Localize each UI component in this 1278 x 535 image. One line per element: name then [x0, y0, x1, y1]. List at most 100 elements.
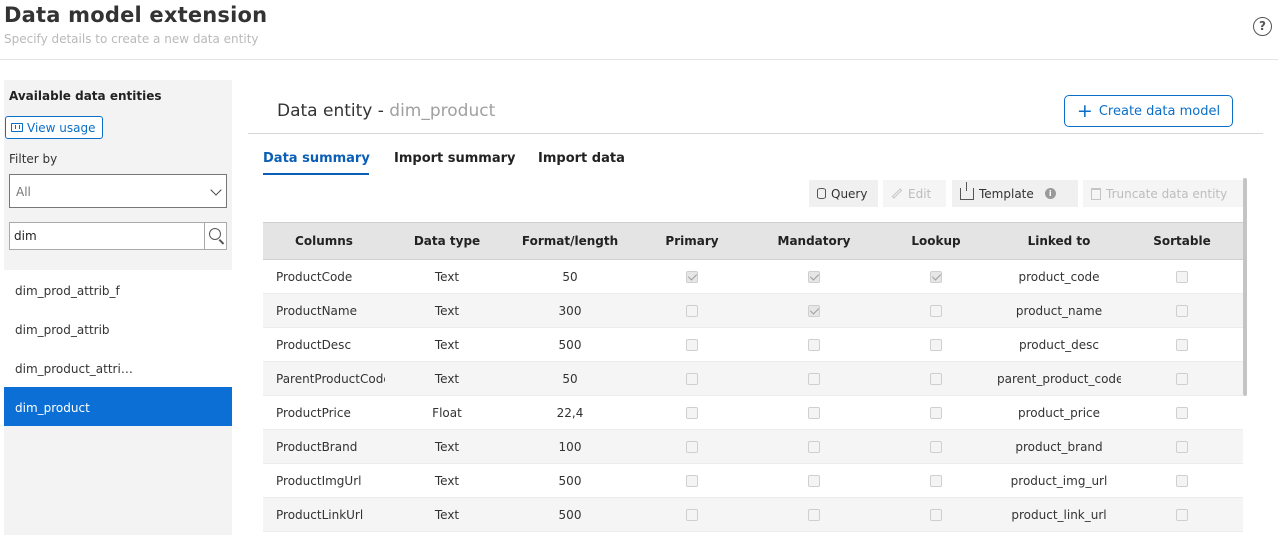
column-header[interactable]: Lookup	[875, 222, 997, 260]
column-header[interactable]: Columns	[263, 222, 385, 260]
table-row[interactable]: ProductCode Text 50 product_code	[263, 259, 1243, 294]
column-header[interactable]: Primary	[631, 222, 753, 260]
column-header[interactable]: Data type	[385, 222, 509, 260]
query-label: Query	[831, 186, 868, 201]
mandatory-checkbox[interactable]	[808, 407, 820, 419]
template-button[interactable]: Template i	[952, 180, 1078, 207]
filter-select[interactable]: All	[9, 174, 227, 208]
mandatory-checkbox[interactable]	[808, 271, 820, 283]
primary-checkbox[interactable]	[686, 475, 698, 487]
lookup-checkbox[interactable]	[930, 339, 942, 351]
entity-item[interactable]: dim_product_attri…	[4, 348, 232, 387]
sortable-checkbox[interactable]	[1176, 305, 1188, 317]
search-input[interactable]	[10, 223, 204, 249]
mandatory-checkbox[interactable]	[808, 441, 820, 453]
cell-lookup	[875, 293, 997, 328]
mandatory-checkbox[interactable]	[808, 339, 820, 351]
tab-import-summary[interactable]: Import summary	[394, 151, 516, 166]
cell-column: ProductCode	[263, 259, 385, 294]
cell-linked_to: product_price	[997, 395, 1121, 430]
cell-mandatory	[753, 327, 875, 362]
mandatory-checkbox[interactable]	[808, 373, 820, 385]
edit-button[interactable]: Edit	[883, 180, 946, 207]
create-data-model-button[interactable]: + Create data model	[1064, 95, 1233, 127]
cell-format: 100	[509, 429, 631, 464]
lookup-checkbox[interactable]	[930, 373, 942, 385]
cell-mandatory	[753, 395, 875, 430]
entity-item[interactable]: dim_prod_attrib	[4, 309, 232, 348]
help-icon[interactable]: ?	[1253, 17, 1272, 36]
lookup-checkbox[interactable]	[930, 407, 942, 419]
entity-item-selected[interactable]: dim_product	[4, 387, 232, 426]
cell-column: ParentProductCode	[263, 361, 385, 396]
primary-checkbox[interactable]	[686, 339, 698, 351]
cell-primary	[631, 429, 753, 464]
table-row[interactable]: ProductPrice Float 22,4 product_price	[263, 395, 1243, 430]
cell-format: 500	[509, 497, 631, 532]
view-usage-button[interactable]: View usage	[5, 116, 103, 139]
table-row[interactable]: ProductBrand Text 100 product_brand	[263, 429, 1243, 464]
cell-linked_to: product_img_url	[997, 463, 1121, 498]
sortable-checkbox[interactable]	[1176, 509, 1188, 521]
table-row[interactable]: ProductName Text 300 product_name	[263, 293, 1243, 328]
sortable-checkbox[interactable]	[1176, 475, 1188, 487]
cell-sortable	[1121, 361, 1243, 396]
cell-mandatory	[753, 293, 875, 328]
lookup-checkbox[interactable]	[930, 475, 942, 487]
cell-lookup	[875, 361, 997, 396]
entity-item[interactable]: dim_prod_attrib_f	[4, 270, 232, 309]
entity-heading: Data entity - dim_product	[277, 101, 495, 121]
cell-linked_to: product_link_url	[997, 497, 1121, 532]
sortable-checkbox[interactable]	[1176, 407, 1188, 419]
info-icon[interactable]: i	[1044, 188, 1056, 199]
column-header[interactable]: Sortable	[1121, 222, 1243, 260]
lookup-checkbox[interactable]	[930, 271, 942, 283]
vertical-scrollbar[interactable]	[1243, 178, 1247, 396]
table-row[interactable]: ProductImgUrl Text 500 product_img_url	[263, 463, 1243, 498]
page-title: Data model extension	[4, 3, 268, 27]
lookup-checkbox[interactable]	[930, 441, 942, 453]
cell-sortable	[1121, 463, 1243, 498]
column-header[interactable]: Linked to	[997, 222, 1121, 260]
search-icon	[209, 228, 221, 240]
primary-checkbox[interactable]	[686, 373, 698, 385]
table-row[interactable]: ProductLinkUrl Text 500 product_link_url	[263, 497, 1243, 532]
sortable-checkbox[interactable]	[1176, 271, 1188, 283]
tab-import-data[interactable]: Import data	[538, 151, 625, 166]
primary-checkbox[interactable]	[686, 271, 698, 283]
mandatory-checkbox[interactable]	[808, 305, 820, 317]
sortable-checkbox[interactable]	[1176, 441, 1188, 453]
cell-primary	[631, 463, 753, 498]
query-button[interactable]: Query	[809, 180, 878, 207]
cell-lookup	[875, 429, 997, 464]
main-divider	[248, 133, 1263, 134]
cell-mandatory	[753, 259, 875, 294]
view-usage-label: View usage	[27, 120, 96, 135]
column-header[interactable]: Mandatory	[753, 222, 875, 260]
search-button[interactable]	[204, 223, 226, 249]
entities-sidebar: Available data entities View usage Filte…	[4, 80, 232, 535]
data-summary-table: Columns Data type Format/length Primary …	[263, 222, 1243, 532]
sortable-checkbox[interactable]	[1176, 339, 1188, 351]
entity-heading-prefix: Data entity -	[277, 101, 390, 121]
primary-checkbox[interactable]	[686, 441, 698, 453]
search-box	[9, 222, 227, 250]
primary-checkbox[interactable]	[686, 407, 698, 419]
sortable-checkbox[interactable]	[1176, 373, 1188, 385]
primary-checkbox[interactable]	[686, 509, 698, 521]
usage-icon	[11, 123, 23, 132]
column-header[interactable]: Format/length	[509, 222, 631, 260]
sidebar-title: Available data entities	[9, 89, 162, 103]
lookup-checkbox[interactable]	[930, 509, 942, 521]
active-tab-indicator	[263, 173, 369, 175]
truncate-data-entity-button[interactable]: Truncate data entity	[1083, 180, 1243, 207]
mandatory-checkbox[interactable]	[808, 475, 820, 487]
table-row[interactable]: ParentProductCode Text 50 parent_product_co…	[263, 361, 1243, 396]
lookup-checkbox[interactable]	[930, 305, 942, 317]
primary-checkbox[interactable]	[686, 305, 698, 317]
cell-linked_to: product_code	[997, 259, 1121, 294]
cell-primary	[631, 259, 753, 294]
mandatory-checkbox[interactable]	[808, 509, 820, 521]
table-row[interactable]: ProductDesc Text 500 product_desc	[263, 327, 1243, 362]
tab-data-summary[interactable]: Data summary	[263, 151, 370, 166]
